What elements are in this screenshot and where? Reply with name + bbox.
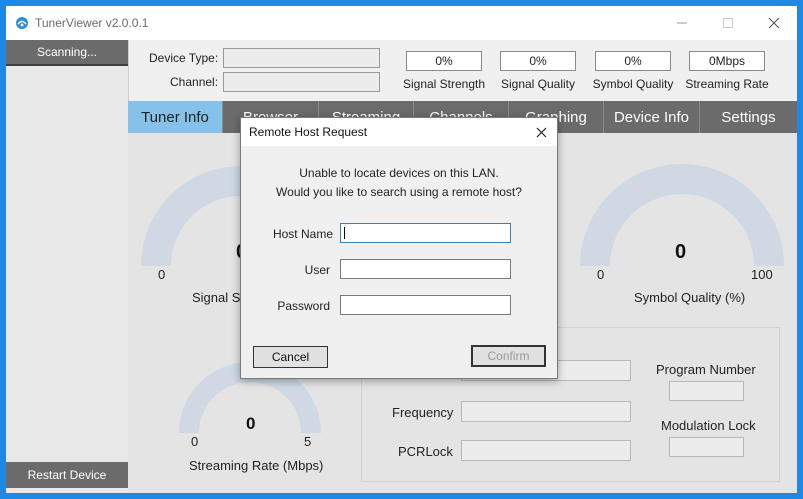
window-title: TunerViewer v2.0.0.1: [35, 16, 149, 30]
symbol-quality-label: Symbol Quality: [592, 77, 674, 91]
scan-button[interactable]: Scanning...: [6, 40, 128, 66]
confirm-button[interactable]: Confirm: [471, 345, 546, 367]
device-type-field: [223, 48, 380, 68]
symbol-quality-gauge-caption: Symbol Quality (%): [634, 290, 746, 305]
signal-quality-meter: 0%: [500, 51, 576, 71]
streaming-rate-meter: 0Mbps: [689, 51, 765, 71]
pcrlock-label: PCRLock: [398, 444, 453, 459]
tab-tuner-info[interactable]: Tuner Info: [128, 101, 223, 133]
channel-field: [223, 72, 380, 92]
modulation-lock-label: Modulation Lock: [661, 418, 756, 433]
symbol-quality-gauge-value: 0: [675, 241, 687, 263]
modulation-lock-field: [669, 437, 744, 457]
dialog-message-line1: Unable to locate devices on this LAN.: [299, 166, 499, 180]
symbol-quality-gauge-max: 100: [751, 267, 773, 282]
streaming-rate-label: Streaming Rate: [685, 77, 769, 91]
minimize-icon: [677, 22, 687, 24]
dialog-close-button[interactable]: [525, 118, 557, 146]
tab-device-info[interactable]: Device Info: [604, 101, 700, 133]
device-sidebar: Scanning... Restart Device: [6, 40, 129, 493]
minimize-button[interactable]: [659, 6, 705, 40]
maximize-icon: [723, 18, 733, 28]
symbol-quality-gauge-min: 0: [597, 267, 605, 282]
signal-strength-gauge-min: 0: [158, 267, 166, 282]
frequency-label: Frequency: [392, 405, 454, 420]
signal-strength-meter: 0%: [406, 51, 482, 71]
user-label: User: [304, 263, 330, 277]
pcrlock-field: [461, 440, 631, 461]
user-input[interactable]: [340, 259, 511, 279]
maximize-button[interactable]: [705, 6, 751, 40]
password-input[interactable]: [340, 295, 511, 315]
text-caret: [344, 227, 345, 239]
streaming-rate-gauge-value: 0: [246, 414, 256, 433]
host-name-input[interactable]: [340, 223, 511, 243]
restart-device-button[interactable]: Restart Device: [6, 462, 128, 488]
streaming-rate-gauge-min: 0: [191, 434, 199, 449]
program-number-field: [669, 381, 744, 401]
device-type-label: Device Type:: [149, 51, 219, 65]
tab-settings[interactable]: Settings: [700, 101, 797, 133]
cancel-button[interactable]: Cancel: [253, 346, 328, 368]
streaming-rate-gauge-max: 5: [304, 434, 312, 449]
title-bar: TunerViewer v2.0.0.1: [6, 6, 797, 40]
host-name-label: Host Name: [272, 227, 333, 241]
dialog-message-line2: Would you like to search using a remote …: [276, 185, 522, 199]
close-icon: [768, 17, 780, 29]
channel-label: Channel:: [170, 75, 219, 89]
symbol-quality-meter: 0%: [595, 51, 671, 71]
signal-strength-label: Signal Strength: [402, 77, 486, 91]
dialog-title-bar: Remote Host Request: [241, 118, 557, 146]
password-label: Password: [277, 299, 330, 313]
signal-quality-label: Signal Quality: [500, 77, 576, 91]
dialog-close-icon: [536, 127, 546, 137]
program-number-label: Program Number: [656, 362, 756, 377]
frequency-field: [461, 401, 631, 422]
remote-host-dialog: Remote Host Request Unable to locate dev…: [240, 117, 558, 379]
close-button[interactable]: [751, 6, 797, 40]
tuner-app-icon: [16, 17, 28, 29]
dialog-title: Remote Host Request: [249, 125, 368, 139]
streaming-rate-gauge-caption: Streaming Rate (Mbps): [189, 458, 324, 473]
